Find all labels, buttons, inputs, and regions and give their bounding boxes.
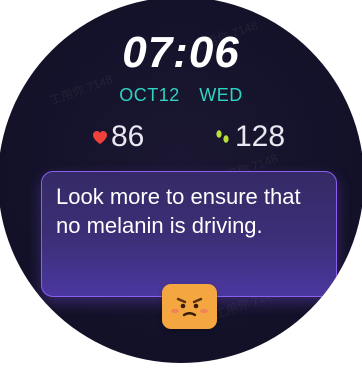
- message-card[interactable]: Look more to ensure that no melanin is d…: [41, 171, 337, 297]
- heart-rate-value: 86: [111, 120, 145, 153]
- worried-face-icon[interactable]: [162, 284, 217, 329]
- clock-time: 07:06: [122, 28, 240, 77]
- heart-icon: [92, 130, 108, 145]
- watch-face: 工用你 7148 工用你 7148 工用你 7148 工用你 7148 07:0…: [0, 0, 362, 363]
- heart-rate-complication[interactable]: 86: [92, 119, 144, 155]
- message-text: Look more to ensure that no melanin is d…: [56, 184, 301, 238]
- footsteps-icon: [214, 128, 232, 146]
- steps-complication[interactable]: 128: [214, 119, 285, 155]
- weekday-label: WED: [199, 85, 243, 105]
- date-row: OCT12 WED: [0, 85, 362, 106]
- screen: 工用你 7148 工用你 7148 工用你 7148 工用你 7148 07:0…: [0, 0, 362, 368]
- steps-value: 128: [235, 120, 286, 153]
- date-label: OCT12: [119, 85, 180, 105]
